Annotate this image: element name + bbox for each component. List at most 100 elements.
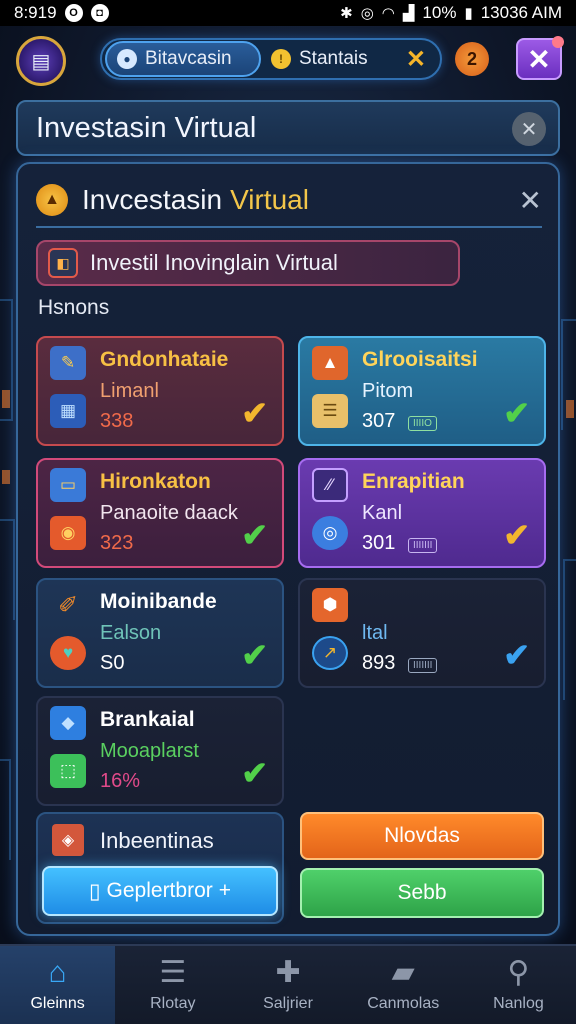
check-icon: ✔ [241,755,268,791]
signal-icon: ▟ [402,5,415,22]
invest-panel-title: Inbeentinas [100,828,214,853]
app-logo-icon[interactable]: ▤ [16,36,66,86]
divider [36,226,542,228]
section-label: Hsnons [38,296,110,319]
card-value: 307 [362,410,396,432]
orange-action-button[interactable]: Nlovdas [300,812,544,860]
green-action-button[interactable]: Sebb [300,868,544,918]
invest-panel: ◈ Inbeentinas ▯ Geplertbror + [36,812,284,924]
card-sub: Limanl [100,380,159,402]
page-title: Investasin Virtual [36,111,257,144]
nav-item-list[interactable]: ☰ Rlotay [115,946,230,1024]
hexagon-icon: ⬢ [312,588,348,622]
card-value: 323 [100,532,134,554]
wrench-icon: ✐ [57,591,79,619]
alert-dot-icon [552,36,564,48]
card-sub: Mooaplarst [100,740,199,762]
card-sub: Kanl [362,502,403,524]
title-close-icon[interactable]: ✕ [512,112,546,146]
cross-icon: ✚ [275,956,301,989]
nav-label: Gleinns [30,995,85,1012]
asset-card-3[interactable]: ▭ ◉ Hironkaton Panaoite daack 323 ✔ [36,458,284,568]
card-value: S0 [100,652,125,674]
pencil-icon: ✎ [50,346,86,380]
primary-action-button[interactable]: ▯ Geplertbror + [42,866,278,916]
card-name: Glrooisaitsi [362,348,478,371]
mute-icon: ✱ [340,5,353,22]
segment-active[interactable]: ● Bitavcasin [105,41,261,77]
asset-card-5[interactable]: ✐ ♥ Moinibande Ealson S0 ✔ [36,578,284,688]
asset-card-2[interactable]: ▲ ☰ Glrooisaitsi Pitom 307 IIIIO ✔ [298,336,546,446]
home-icon: ⌂ [48,956,67,989]
battery-percent: 10% [422,3,457,22]
list-icon: ☰ [159,956,187,989]
asset-card-1[interactable]: ✎ ▦ Gndonhataie Limanl 338 ✔ [36,336,284,446]
search-circle-icon: ◎ [312,516,348,550]
notification-badge[interactable]: 2 [455,42,489,76]
card-value: 301 [362,532,396,554]
nav-item-folder[interactable]: ▰ Canmolas [346,946,461,1024]
modal-close-icon[interactable]: ✕ [519,184,542,217]
chart-up-icon: ▲ [312,346,348,380]
coin-icon: ! [271,49,291,69]
card-name: Gndonhataie [100,348,229,371]
coin-stack-icon: ◉ [50,516,86,550]
chart-box-icon: ⬚ [50,754,86,788]
card-name: Brankaial [100,708,195,731]
wifi-icon: ◠ [381,5,395,22]
check-icon: ✔ [503,517,530,553]
card-value: 893 [362,652,396,674]
status-time: 8:919 [14,3,57,22]
heart-icon: ♥ [50,636,86,670]
nav-label: Saljrier [263,995,313,1012]
search-icon: ⚲ [507,956,530,989]
segment-close-icon[interactable]: ✕ [406,45,426,74]
info-banner[interactable]: ◧ Investil Inovinglain Virtual [36,240,460,286]
status-bar: 8:919 O ◘ ✱ ◎ ◠ ▟ 10% ▮ 13036 AIM [0,0,576,26]
check-icon: ✔ [503,395,530,431]
document-icon: ☰ [312,394,348,428]
nav-item-home[interactable]: ⌂ Gleinns [0,946,116,1024]
graph-icon: ⁄⁄ [312,468,348,502]
shield-icon: ◘ [90,4,109,22]
asset-card-6[interactable]: ⬢ ↗ ltal 893 IIIIIII ✔ [298,578,546,688]
cube-icon: ◆ [50,706,86,740]
card-sub: Pitom [362,380,414,402]
battery-icon: ▮ [464,5,473,22]
card-sub: ltal [362,622,388,644]
card-tag: IIIIIII [408,658,438,673]
nav-item-search[interactable]: ⚲ Nanlog [461,946,576,1024]
target-icon: ◈ [52,824,84,856]
asset-card-4[interactable]: ⁄⁄ ◎ Enrapitian Kanl 301 IIIIIII ✔ [298,458,546,568]
nav-item-cross[interactable]: ✚ Saljrier [230,946,345,1024]
nav-label: Canmolas [367,995,440,1012]
card-sub: Ealson [100,622,162,644]
segment-inactive[interactable]: ! Stantais [261,48,406,70]
check-icon: ✔ [241,517,268,553]
card-name: Hironkaton [100,470,211,493]
banner-text: Investil Inovinglain Virtual [90,250,338,275]
card-value: 338 [100,410,134,432]
check-icon: ✔ [503,637,530,673]
folder-icon: ▰ [391,956,415,989]
title-bar: Investasin Virtual ✕ [16,100,560,156]
card-tag: IIIIIII [408,538,438,553]
bottom-nav: ⌂ Gleinns ☰ Rlotay ✚ Saljrier ▰ Canmolas… [0,944,576,1024]
card-name: Enrapitian [362,470,465,493]
segment-inactive-label: Stantais [299,48,368,69]
close-app-button[interactable]: ✕ [516,36,564,80]
card-tag: IIIIO [408,416,437,431]
asset-card-7[interactable]: ◆ ⬚ Brankaial Mooaplarst 16% ✔ [36,696,284,806]
ticket-icon: ▭ [50,468,86,502]
segmented-control: ● Bitavcasin ! Stantais ✕ [100,38,442,80]
primary-action-label: Geplertbror [106,879,213,902]
nav-label: Rlotay [150,995,196,1012]
notification-dot-icon: O [64,4,83,22]
investment-modal: ▲ Invcestasin Virtual ✕ ◧ Investil Inovi… [16,162,560,936]
nav-label: Nanlog [493,995,544,1012]
segment-active-label: Bitavcasin [145,48,232,69]
button-prefix-icon: ▯ [88,879,101,903]
card-sub: Panaoite daack [100,502,238,524]
modal-title-accent: Virtual [230,184,309,215]
hotspot-icon: ◎ [360,5,374,22]
